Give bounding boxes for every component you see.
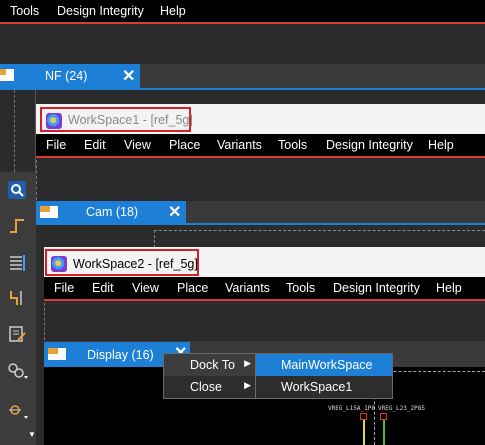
ws1-menu-variants[interactable]: Variants	[217, 138, 262, 152]
via-marker	[360, 413, 367, 420]
ws1-menu-file[interactable]: File	[46, 138, 66, 152]
chevron-down-icon[interactable]: ▼	[28, 430, 36, 439]
workspace1-title-highlight: WorkSpace1 - [ref_5g]	[40, 107, 193, 132]
ws2-menu-place[interactable]: Place	[177, 281, 208, 295]
route-settings-tool-button[interactable]	[3, 396, 31, 424]
net-label: VREG_L23_2P85	[378, 405, 425, 412]
workspace1-label: WorkSpace1	[281, 380, 353, 394]
main-toolbar	[0, 26, 485, 64]
ws1-menu-design-integrity[interactable]: Design Integrity	[326, 138, 413, 152]
menu-help[interactable]: Help	[160, 4, 186, 18]
ws2-menu-help[interactable]: Help	[436, 281, 462, 295]
window-icon	[40, 206, 58, 218]
menu-tools[interactable]: Tools	[10, 4, 39, 18]
close-label: Close	[190, 380, 222, 394]
app-icon	[46, 113, 62, 129]
search-icon	[8, 181, 26, 199]
nf-tab-row: NF (24) ✕	[0, 64, 485, 90]
fanout-tool-button[interactable]	[3, 284, 31, 312]
ws2-menu-variants[interactable]: Variants	[225, 281, 270, 295]
via-marker	[380, 413, 387, 420]
submenu-item-workspace1[interactable]: WorkSpace1	[256, 376, 392, 398]
submenu-arrow-icon: ▶	[244, 358, 251, 368]
notes-tool-button[interactable]	[3, 320, 31, 348]
workspace2-menubar: File Edit View Place Variants Tools Desi…	[44, 277, 485, 301]
workspace1-toolbar	[36, 160, 485, 200]
dock-divider	[14, 90, 15, 172]
submenu-item-mainworkspace[interactable]: MainWorkSpace	[256, 354, 392, 376]
net-label: VREG_L15A_1P8	[328, 405, 375, 412]
ws2-menu-file[interactable]: File	[54, 281, 74, 295]
fanout-icon	[10, 291, 22, 305]
workspace2-title-highlight: WorkSpace2 - [ref_5g]	[45, 249, 199, 276]
context-menu: Dock To ▶ Close ▶	[163, 353, 256, 399]
link-tool-button[interactable]	[3, 356, 31, 384]
workspace2-titlebar: WorkSpace2 - [ref_5g]	[44, 247, 485, 277]
layers-icon	[10, 255, 25, 271]
cam-tab-row: Cam (18) ✕	[36, 201, 485, 225]
settings-route-icon	[9, 405, 28, 419]
menu-item-dock-to[interactable]: Dock To ▶	[164, 354, 255, 376]
route-icon	[10, 219, 24, 233]
search-tool-button[interactable]	[3, 176, 31, 204]
ws2-menu-tools[interactable]: Tools	[286, 281, 315, 295]
ws1-menu-help[interactable]: Help	[428, 138, 454, 152]
tab-display-label: Display (16)	[87, 348, 154, 362]
close-icon[interactable]: ✕	[168, 202, 181, 222]
workspace1-menubar: File Edit View Place Variants Tools Desi…	[36, 134, 485, 158]
workspace2-toolbar	[44, 303, 485, 340]
submenu-arrow-icon: ▶	[244, 380, 251, 390]
edit-notes-icon	[9, 326, 26, 342]
main-menubar: Tools Design Integrity Help	[0, 0, 485, 24]
ws1-menu-place[interactable]: Place	[169, 138, 200, 152]
trace	[363, 420, 365, 445]
workspace2-title: WorkSpace2 - [ref_5g]	[73, 257, 198, 271]
ws2-menu-design-integrity[interactable]: Design Integrity	[333, 281, 420, 295]
ws1-menu-tools[interactable]: Tools	[278, 138, 307, 152]
workspace1-title: WorkSpace1 - [ref_5g]	[68, 113, 193, 127]
layers-tool-button[interactable]	[3, 248, 31, 276]
tab-cam[interactable]: Cam (18) ✕	[36, 201, 186, 223]
menu-item-close[interactable]: Close ▶	[164, 376, 255, 398]
close-icon[interactable]: ✕	[122, 66, 135, 86]
board-outline	[154, 230, 485, 248]
workspace1-titlebar: WorkSpace1 - [ref_5g]	[36, 104, 485, 134]
ws1-menu-view[interactable]: View	[124, 138, 151, 152]
ws2-menu-view[interactable]: View	[132, 281, 159, 295]
dock-to-label: Dock To	[190, 358, 235, 372]
app-icon	[51, 256, 67, 272]
window-icon	[0, 69, 14, 81]
link-icon	[8, 363, 28, 379]
trace	[383, 420, 385, 445]
mainworkspace-label: MainWorkSpace	[281, 358, 373, 372]
menu-design-integrity[interactable]: Design Integrity	[57, 4, 144, 18]
ws2-menu-edit[interactable]: Edit	[92, 281, 114, 295]
ws1-menu-edit[interactable]: Edit	[84, 138, 106, 152]
route-tool-button[interactable]	[3, 212, 31, 240]
tool-palette: ▼	[0, 172, 36, 445]
tab-nf-label: NF (24)	[45, 69, 88, 83]
window-icon	[48, 348, 66, 360]
tab-nf[interactable]: NF (24) ✕	[0, 64, 140, 88]
tab-cam-label: Cam (18)	[86, 205, 139, 219]
dock-to-submenu: MainWorkSpace WorkSpace1	[255, 353, 393, 399]
